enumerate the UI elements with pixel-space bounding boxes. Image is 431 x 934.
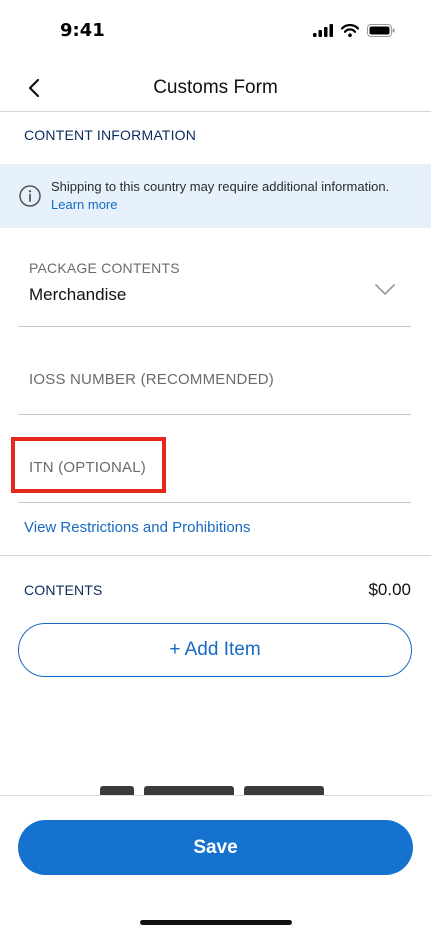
- status-time: 9:41: [60, 20, 105, 41]
- learn-more-link[interactable]: Learn more: [51, 196, 117, 214]
- status-bar: 9:41: [0, 0, 431, 62]
- contents-total: $0.00: [368, 580, 411, 599]
- ioss-number-input[interactable]: IOSS NUMBER (RECOMMENDED): [18, 327, 411, 415]
- content-information-label: CONTENT INFORMATION: [24, 127, 197, 143]
- wifi-icon: [341, 24, 359, 37]
- package-contents-label: PACKAGE CONTENTS: [29, 260, 180, 276]
- cellular-signal-icon: [313, 24, 333, 37]
- add-item-button[interactable]: + Add Item: [18, 623, 412, 677]
- page-title: Customs Form: [153, 77, 278, 98]
- battery-icon: [367, 24, 395, 37]
- itn-highlight-box: [11, 437, 166, 493]
- chevron-down-icon: [375, 284, 395, 295]
- nav-header: Customs Form: [0, 62, 431, 112]
- info-banner-text: Shipping to this country may require add…: [51, 178, 417, 214]
- status-icons: [313, 24, 395, 37]
- home-indicator[interactable]: [140, 920, 292, 925]
- package-contents-value: Merchandise: [29, 285, 127, 304]
- contents-label: CONTENTS: [24, 582, 103, 598]
- section-divider: [0, 555, 431, 556]
- bottom-action-bar: Save: [0, 795, 431, 934]
- info-icon: [19, 185, 41, 207]
- save-button[interactable]: Save: [18, 820, 413, 875]
- view-restrictions-link[interactable]: View Restrictions and Prohibitions: [24, 519, 251, 536]
- info-banner-message: Shipping to this country may require add…: [51, 179, 390, 194]
- package-contents-select[interactable]: PACKAGE CONTENTS Merchandise: [18, 248, 411, 327]
- info-banner: Shipping to this country may require add…: [0, 164, 431, 228]
- ioss-number-placeholder: IOSS NUMBER (RECOMMENDED): [29, 371, 275, 388]
